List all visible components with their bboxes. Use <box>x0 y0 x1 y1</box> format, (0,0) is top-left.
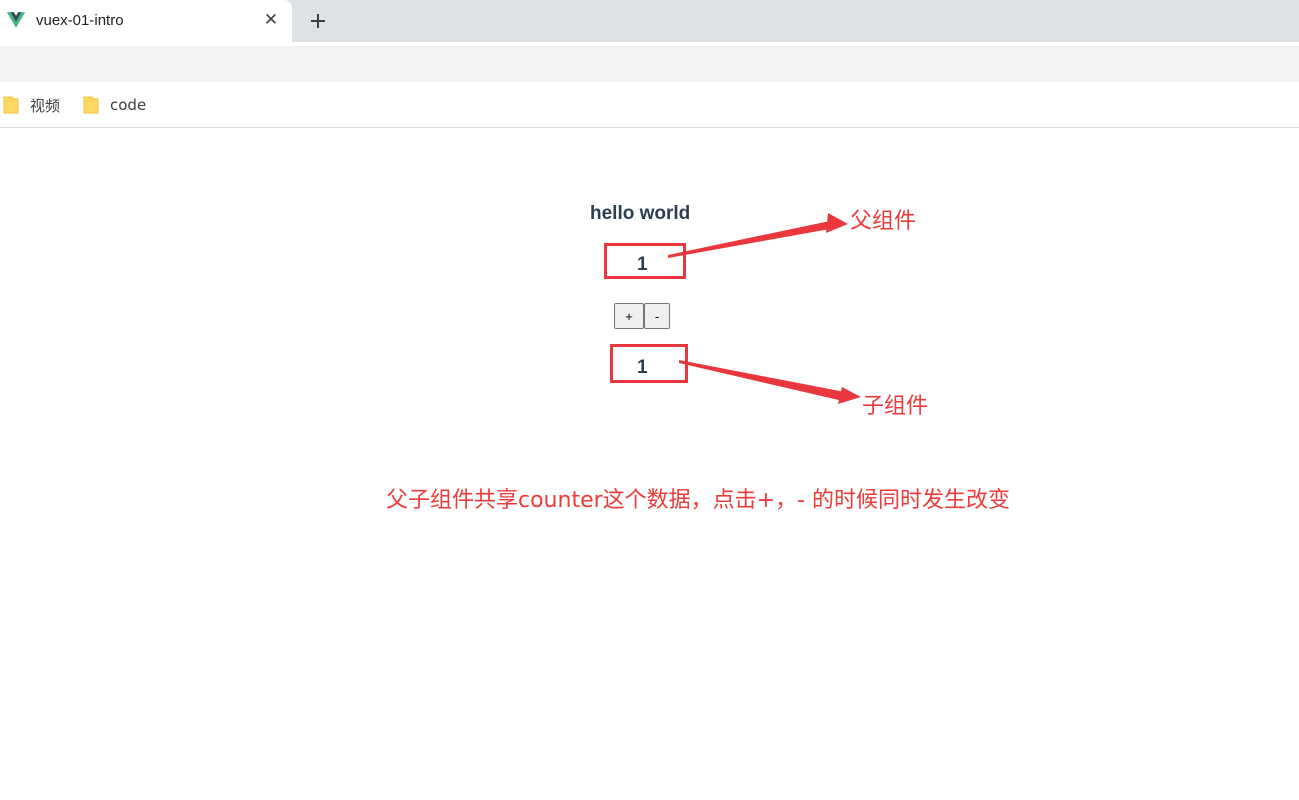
tab-title: vuex-01-intro <box>36 12 124 29</box>
increment-button[interactable]: + <box>614 303 644 329</box>
parent-component-label: 父组件 <box>850 209 917 234</box>
child-arrow <box>679 360 861 404</box>
tab-strip: vuex-01-intro ✕ <box>0 0 1299 42</box>
bookmark-label: 视频 <box>30 96 61 115</box>
decrement-button[interactable]: - <box>644 303 670 329</box>
bookmark-code[interactable]: code <box>83 94 146 116</box>
child-highlight-box <box>610 344 688 383</box>
parent-arrow <box>668 213 848 258</box>
page-title: hello world <box>590 203 691 224</box>
child-component-label: 子组件 <box>862 394 929 419</box>
folder-icon <box>3 96 19 114</box>
bookmark-label: code <box>110 96 147 114</box>
parent-highlight-box <box>604 243 686 279</box>
tab-close-icon[interactable]: ✕ <box>262 10 280 29</box>
browser-toolbar <box>0 46 1299 82</box>
browser-tab[interactable]: vuex-01-intro ✕ <box>0 0 292 42</box>
new-tab-plus-icon[interactable] <box>305 8 331 34</box>
bookmarks-bar: 视频 code <box>0 82 1299 128</box>
bookmark-videos[interactable]: 视频 <box>3 94 60 116</box>
annotation-caption: 父子组件共享counter这个数据，点击+，- 的时候同时发生改变 <box>386 488 1011 513</box>
vue-logo-icon <box>7 12 25 28</box>
folder-icon <box>83 96 99 114</box>
